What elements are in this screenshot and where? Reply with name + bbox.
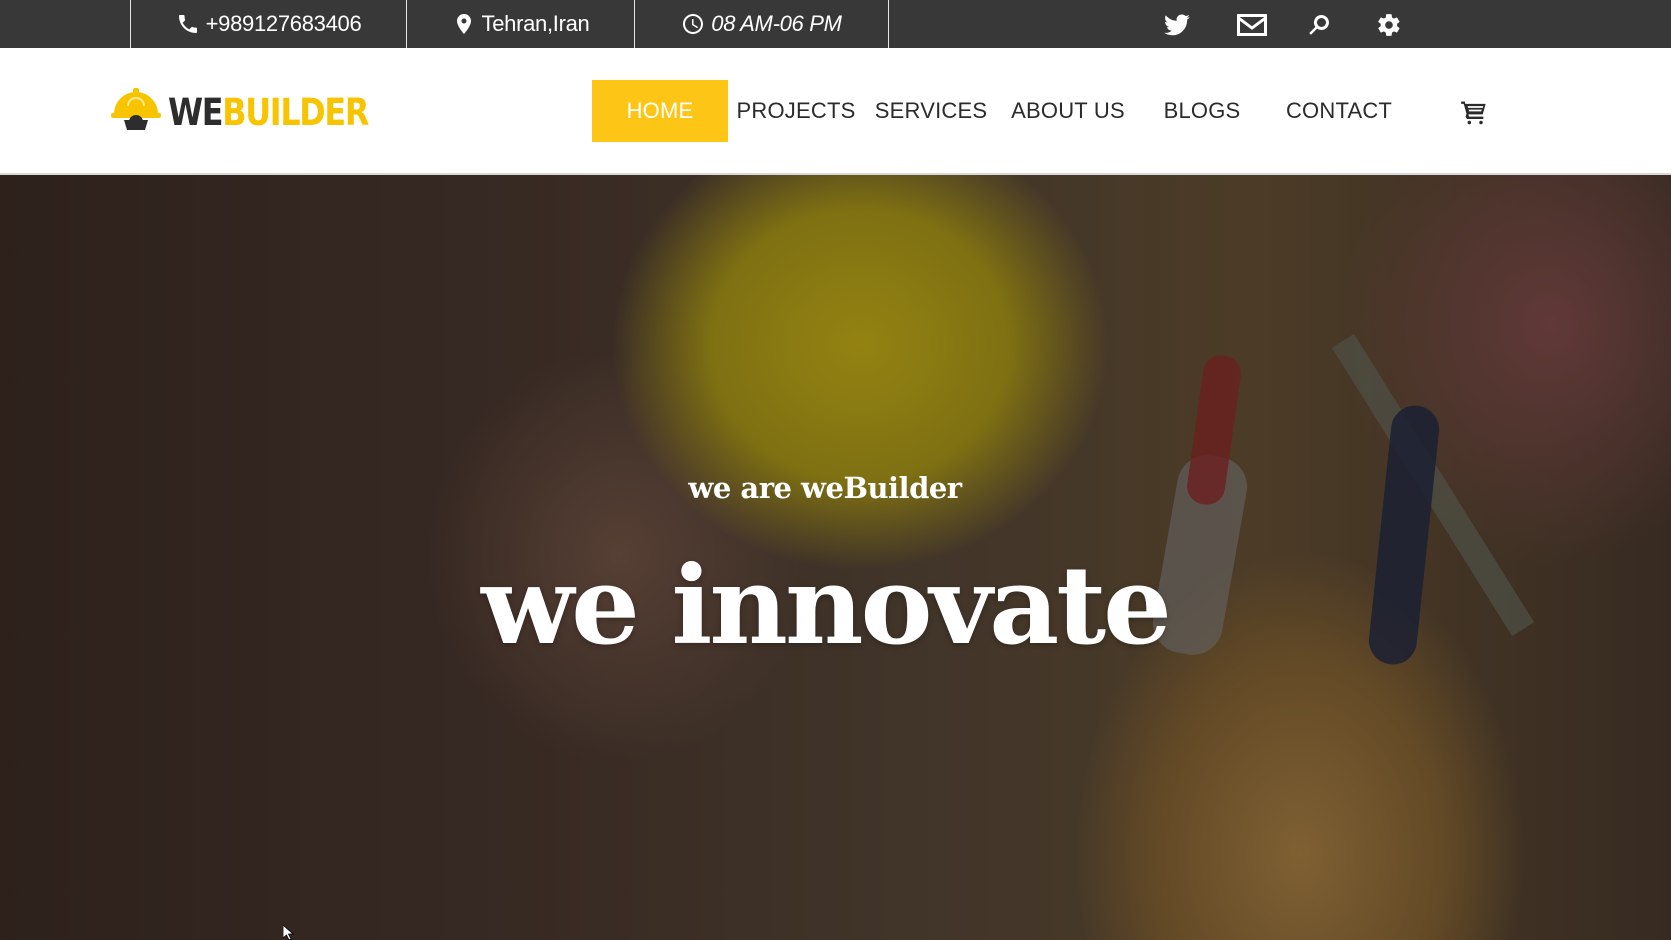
mouse-cursor-icon bbox=[283, 925, 295, 940]
hero-banner: we are weBuilder we innovate bbox=[0, 175, 1671, 940]
nav-home[interactable]: HOME bbox=[592, 80, 728, 142]
phone-icon bbox=[176, 12, 200, 36]
location-text: Tehran,Iran bbox=[481, 11, 590, 36]
hero-content: we are weBuilder we innovate bbox=[0, 175, 1671, 940]
site-logo[interactable]: WEBUILDER bbox=[108, 82, 401, 142]
clock-icon bbox=[681, 12, 705, 36]
hours-text: 08 AM-06 PM bbox=[711, 11, 842, 36]
nav-projects[interactable]: PROJECTS bbox=[734, 80, 858, 142]
logo-wordmark: WEBUILDER bbox=[168, 90, 369, 134]
hero-title: we innovate bbox=[481, 543, 1172, 669]
map-pin-icon bbox=[452, 12, 476, 36]
site-header: WEBUILDER HOME PROJECTS SERVICES ABOUT U… bbox=[0, 48, 1671, 175]
twitter-icon[interactable] bbox=[1163, 11, 1191, 39]
phone-info[interactable]: +989127683406 bbox=[130, 0, 406, 48]
location-info: Tehran,Iran bbox=[406, 0, 634, 48]
helmet-logo-icon bbox=[111, 88, 161, 130]
mail-icon[interactable] bbox=[1236, 11, 1268, 39]
nav-blogs[interactable]: BLOGS bbox=[1160, 80, 1244, 142]
gear-icon[interactable] bbox=[1376, 11, 1402, 39]
hours-info: 08 AM-06 PM bbox=[634, 0, 889, 48]
cart-icon[interactable] bbox=[1460, 98, 1488, 126]
nav-services[interactable]: SERVICES bbox=[874, 80, 988, 142]
nav-about-us[interactable]: ABOUT US bbox=[1010, 80, 1126, 142]
phone-number: +989127683406 bbox=[205, 11, 362, 36]
hero-subtitle: we are weBuilder bbox=[688, 471, 962, 505]
top-info-bar: +989127683406 Tehran,Iran 08 AM-06 PM bbox=[0, 0, 1671, 48]
nav-contact[interactable]: CONTACT bbox=[1286, 80, 1392, 142]
search-icon[interactable] bbox=[1307, 11, 1331, 39]
